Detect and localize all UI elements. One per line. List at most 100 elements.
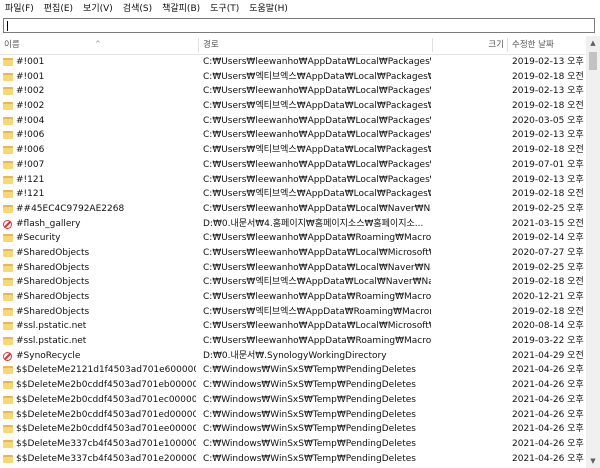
menu-bookmarks[interactable]: 책갈피(B) [157,0,205,18]
column-header: 이름 ^ 경로 크기 수정한 날짜 [0,36,585,55]
list-item[interactable]: #!001 C:₩Users₩엑티브엑스₩AppData₩Local₩Packag… [0,70,585,85]
column-header-modified[interactable]: 수정한 날짜 [508,36,585,54]
list-item[interactable]: #!001 C:₩Users₩leewanho₩AppData₩Local₩Pac… [0,55,585,70]
item-name: #ssl.pstatic.net [16,336,87,347]
item-modified-date: 2019-03-22 오후 [512,336,584,347]
list-item[interactable]: #ssl.pstatic.net C:₩Users₩leewanho₩AppDat… [0,319,585,334]
item-modified-date: 2021-04-26 오후 [512,453,584,464]
list-item[interactable]: #!002 C:₩Users₩엑티브엑스₩AppData₩Local₩Packag… [0,99,585,114]
list-item[interactable]: #Security C:₩Users₩leewanho₩AppData₩Roami… [0,231,585,246]
scroll-down-icon[interactable]: ▼ [586,454,600,468]
list-item[interactable]: #SharedObjects C:₩Users₩leewanho₩AppData₩… [0,261,585,276]
item-path: C:₩Users₩leewanho₩AppData₩Local₩Packages… [203,57,431,67]
item-modified-date: 2021-04-26 오후 [512,424,584,435]
list-item[interactable]: #SynoRecycle D:₩0.내문서₩.SynologyWorkingDir… [0,349,585,364]
menu-edit[interactable]: 편집(E) [39,0,78,18]
folder-icon [3,131,13,140]
item-modified-date: 2020-07-27 오후 [512,247,584,258]
list-item[interactable]: #!002 C:₩Users₩leewanho₩AppData₩Local₩Pac… [0,84,585,99]
list-item[interactable]: #!004 C:₩Users₩leewanho₩AppData₩Local₩Pac… [0,114,585,129]
sort-up-icon: ^ [95,40,101,48]
list-item[interactable]: $$DeleteMe2b0cddf4503ad701ed00000... C:₩W… [0,408,585,423]
item-path: C:₩Users₩leewanho₩AppData₩Local₩Packages… [203,174,431,185]
list-item[interactable]: #ssl.pstatic.net C:₩Users₩leewanho₩AppDat… [0,334,585,349]
item-path: C:₩Users₩leewanho₩AppData₩Local₩Microsof… [203,247,431,258]
item-name: #Security [16,233,61,244]
item-name: #SynoRecycle [16,350,81,361]
item-modified-date: 2021-04-26 오후 [512,438,584,449]
item-modified-date: 2021-04-29 오전 [512,350,584,361]
folder-icon [3,307,13,316]
item-modified-date: 2019-02-18 오전 [512,145,584,156]
item-name: #!002 [16,86,45,97]
item-modified-date: 2019-02-13 오후 [512,130,584,141]
list-item[interactable]: #SharedObjects C:₩Users₩leewanho₩AppData₩… [0,290,585,305]
menu-file[interactable]: 파일(F) [0,0,39,18]
list-item[interactable]: ##45EC4C9792AE2268 C:₩Users₩leewanho₩AppD… [0,202,585,217]
scroll-up-icon[interactable]: ▲ [586,36,600,50]
folder-icon [3,366,13,375]
list-item[interactable]: #!007 C:₩Users₩leewanho₩AppData₩Local₩Pac… [0,158,585,173]
list-item[interactable]: $$DeleteMe2121d1f4503ad701e600000... C:₩W… [0,363,585,378]
list-item[interactable]: #!121 C:₩Users₩leewanho₩AppData₩Local₩Pac… [0,173,585,188]
item-modified-date: 2021-04-26 오후 [512,365,584,376]
item-name: #!001 [16,71,45,82]
column-header-path[interactable]: 경로 [199,36,432,54]
item-name: #SharedObjects [16,262,90,273]
item-modified-date: 2021-04-26 오후 [512,394,584,405]
list-item[interactable]: #SharedObjects C:₩Users₩엑티브엑스₩AppData₩Roa… [0,305,585,320]
item-path: C:₩Windows₩WinSxS₩Temp₩PendingDeletes [203,438,416,449]
item-modified-date: 2021-03-15 오전 [512,218,584,229]
item-path: C:₩Users₩leewanho₩AppData₩Local₩Packages… [203,86,431,97]
list-item[interactable]: #SharedObjects C:₩Users₩엑티브엑스₩AppData₩Loc… [0,275,585,290]
item-path: C:₩Users₩leewanho₩AppData₩Local₩Packages… [203,159,431,170]
item-path: C:₩Windows₩WinSxS₩Temp₩PendingDeletes [203,424,416,435]
menu-tools[interactable]: 도구(T) [205,0,244,18]
search-input[interactable] [3,18,595,33]
item-path: C:₩Users₩엑티브엑스₩AppData₩Local₩Packages₩Mi… [203,145,431,156]
item-path: C:₩Users₩leewanho₩AppData₩Roaming₩Macrom… [203,233,431,244]
item-path: C:₩Users₩leewanho₩AppData₩Local₩Packages… [203,130,431,141]
item-modified-date: 2019-02-25 오후 [512,262,584,273]
list-item[interactable]: #!006 C:₩Users₩엑티브엑스₩AppData₩Local₩Packag… [0,143,585,158]
item-name: #SharedObjects [16,306,90,317]
item-name: $$DeleteMe2b0cddf4503ad701eb00000... [16,380,196,391]
list-item[interactable]: $$DeleteMe337cb4f4503ad701e100000... C:₩W… [0,437,585,452]
item-modified-date: 2020-08-14 오후 [512,321,584,332]
menu-view[interactable]: 보기(V) [78,0,118,18]
list-item[interactable]: $$DeleteMe2b0cddf4503ad701eb00000... C:₩W… [0,378,585,393]
list-item[interactable]: #!121 C:₩Users₩엑티브엑스₩AppData₩Local₩Packag… [0,187,585,202]
item-path: C:₩Users₩leewanho₩AppData₩Local₩Packages… [203,115,431,126]
item-modified-date: 2019-02-14 오후 [512,233,584,244]
item-name: #SharedObjects [16,277,90,288]
vertical-scrollbar[interactable]: ▲ ▼ [586,36,600,468]
scrollbar-thumb[interactable] [589,52,597,70]
menu-help[interactable]: 도움말(H) [244,0,293,18]
folder-icon [3,322,13,331]
list-item[interactable]: $$DeleteMe2b0cddf4503ad701ee00000... C:₩W… [0,422,585,437]
folder-icon [3,72,13,81]
list-item[interactable]: $$DeleteMe337cb4f4503ad701e200000... C:₩W… [0,452,585,465]
item-name: #SharedObjects [16,247,90,258]
column-header-size[interactable]: 크기 [433,36,507,54]
list-item[interactable]: $$DeleteMe2b0cddf4503ad701ec00000... C:₩W… [0,393,585,408]
folder-icon [3,190,13,199]
item-modified-date: 2019-02-18 오전 [512,306,584,317]
item-modified-date: 2019-02-18 오전 [512,101,584,112]
list-item[interactable]: #flash_gallery D:₩0.내문서₩4.홈페이지₩홈페이지소스₩홈페이… [0,217,585,232]
item-path: C:₩Windows₩WinSxS₩Temp₩PendingDeletes [203,453,416,464]
folder-icon [3,87,13,96]
item-modified-date: 2021-04-26 오후 [512,409,584,420]
item-path: C:₩Users₩엑티브엑스₩AppData₩Local₩Naver₩Naver… [203,277,431,288]
folder-icon [3,58,13,66]
menu-search[interactable]: 검색(S) [118,0,157,18]
item-modified-date: 2019-02-13 오후 [512,57,584,67]
column-header-name[interactable]: 이름 ^ [0,36,198,54]
list-item[interactable]: #SharedObjects C:₩Users₩leewanho₩AppData₩… [0,246,585,261]
list-item[interactable]: #!006 C:₩Users₩leewanho₩AppData₩Local₩Pac… [0,128,585,143]
no-access-icon [3,351,12,361]
item-path: D:₩0.내문서₩.SynologyWorkingDirectory [203,350,387,361]
item-path: C:₩Users₩엑티브엑스₩AppData₩Local₩Packages₩Mi… [203,71,431,82]
item-name: #flash_gallery [16,218,81,229]
item-name: #!006 [16,145,45,156]
